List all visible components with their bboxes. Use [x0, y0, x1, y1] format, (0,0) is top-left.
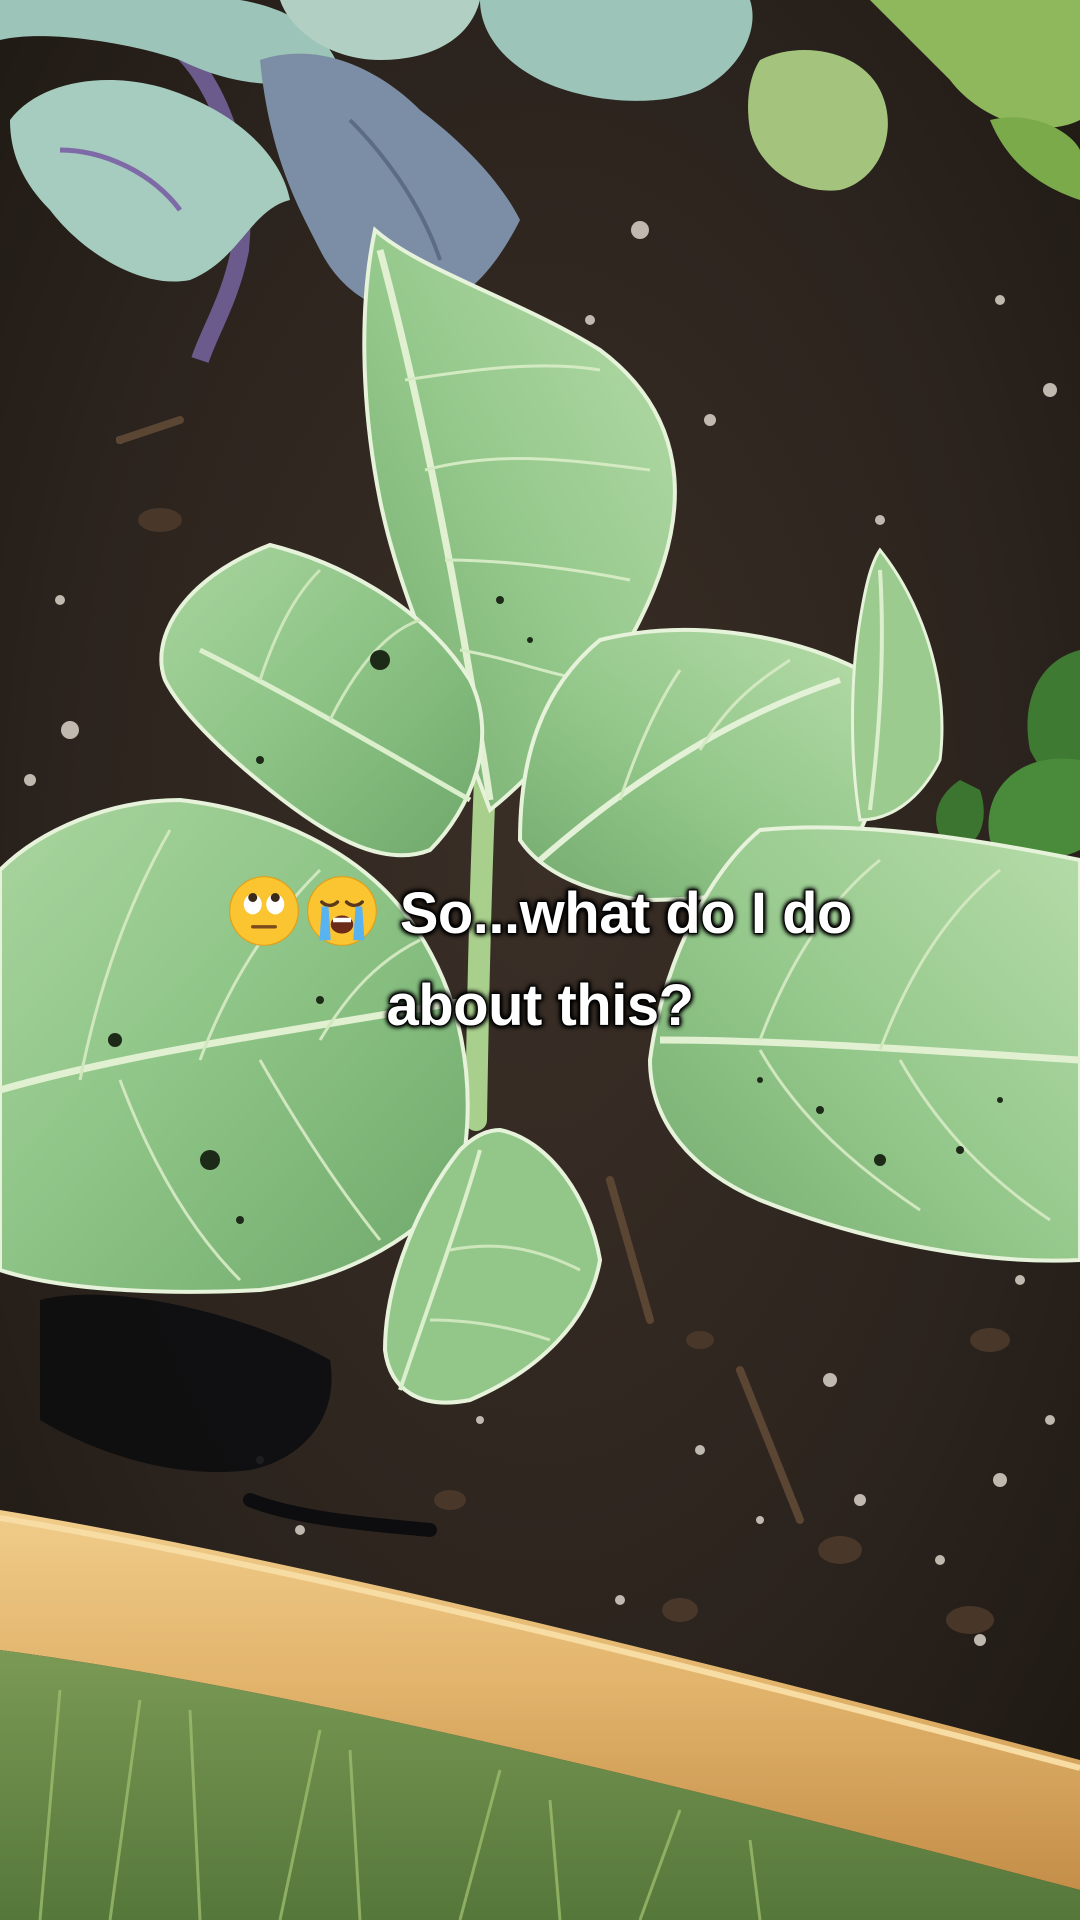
caption-text-line-2: about this? — [385, 972, 695, 1039]
face-with-rolling-eyes-icon — [228, 875, 300, 947]
caption-text-line-1: So...what do I do — [399, 880, 854, 947]
caption-overlay: So...what do I do about this? — [0, 868, 1080, 1052]
caption-line-1: So...what do I do — [0, 868, 1080, 960]
loudly-crying-face-icon — [306, 875, 378, 947]
video-frame: So...what do I do about this? — [0, 0, 1080, 1920]
